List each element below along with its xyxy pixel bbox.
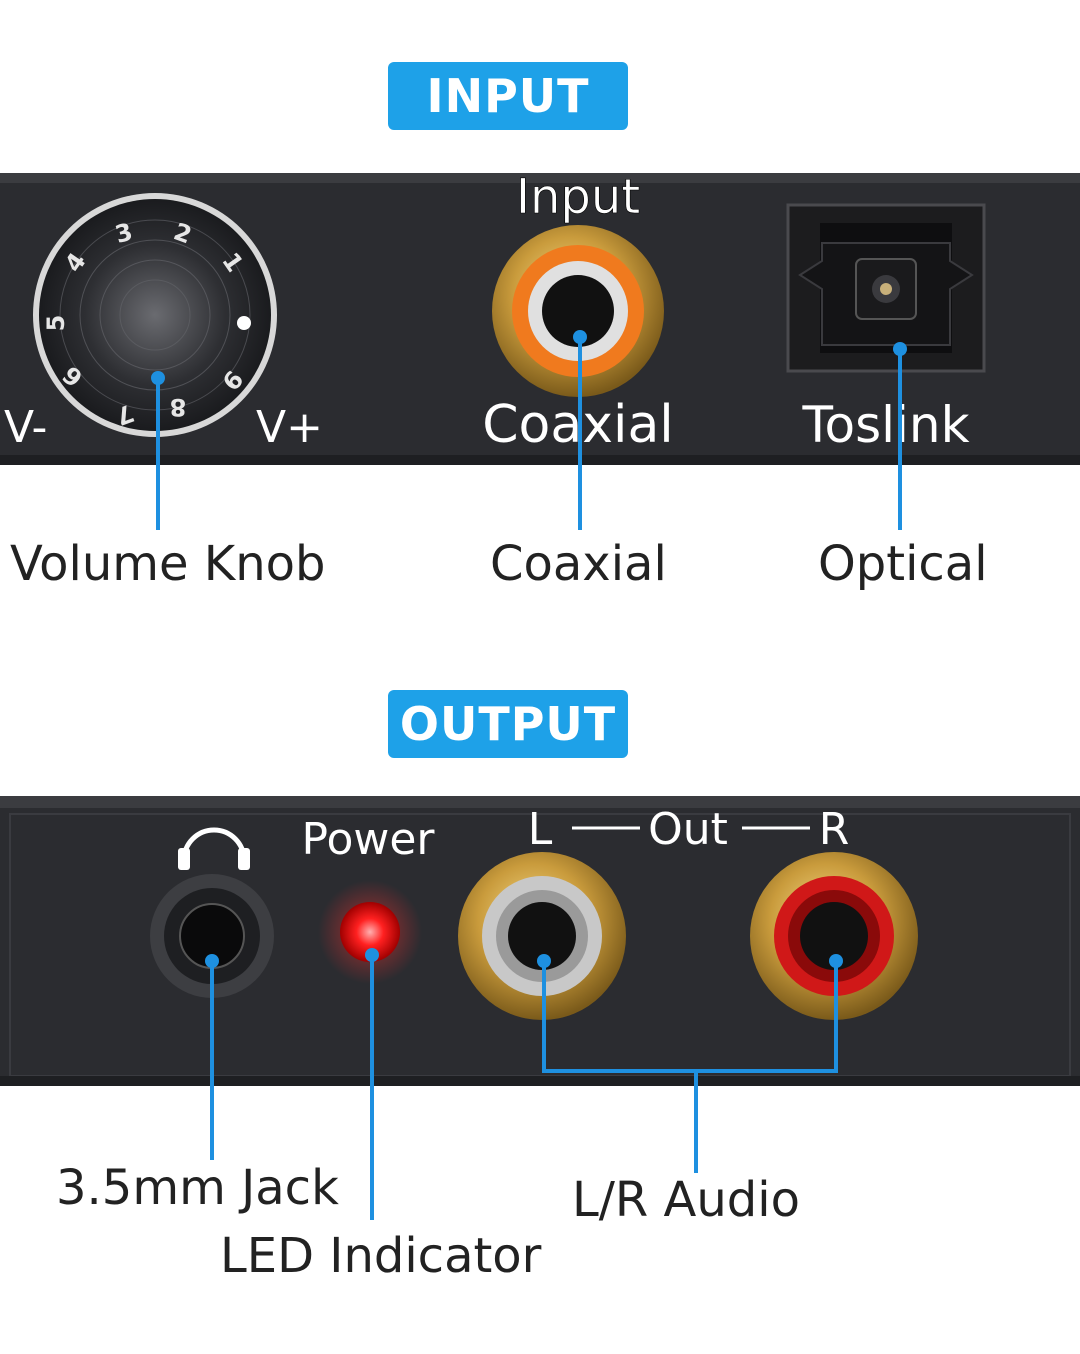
left-label: L <box>528 804 553 855</box>
left-rca-callout-line <box>542 961 546 1073</box>
toslink-port[interactable] <box>786 203 986 373</box>
input-label: Input <box>516 169 640 225</box>
toslink-panel-label: Toslink <box>801 396 969 454</box>
led-callout-line <box>370 955 374 1220</box>
lr-audio-callout: L/R Audio <box>572 1172 800 1228</box>
right-label: R <box>819 804 850 855</box>
input-panel: 1 2 3 4 5 6 7 8 9 V- V+ Input Coaxial To… <box>0 169 1080 465</box>
volume-knob-callout: Volume Knob <box>10 536 326 592</box>
output-badge: OUTPUT <box>388 690 628 758</box>
jack-callout: 3.5mm Jack <box>56 1160 339 1216</box>
led-callout: LED Indicator <box>220 1228 542 1284</box>
out-label: Out <box>648 804 728 855</box>
lr-bracket-line <box>542 1069 838 1073</box>
knob-indicator-dot <box>237 316 251 330</box>
coaxial-callout: Coaxial <box>490 536 667 592</box>
lr-callout-line <box>694 1069 698 1173</box>
v-minus-label: V- <box>4 402 47 453</box>
input-badge: INPUT <box>388 62 628 130</box>
jack-callout-line <box>210 961 214 1160</box>
optical-callout-line <box>898 349 902 530</box>
power-label: Power <box>301 814 435 865</box>
volume-knob[interactable]: 1 2 3 4 5 6 7 8 9 <box>33 193 277 437</box>
optical-callout: Optical <box>818 536 988 592</box>
coaxial-callout-line <box>578 337 582 530</box>
right-rca-callout-line <box>834 961 838 1073</box>
knob-number-8: 8 <box>170 393 187 421</box>
output-panel: Power L Out R <box>0 796 1080 1086</box>
v-plus-label: V+ <box>256 402 323 453</box>
knob-number-5: 5 <box>42 315 70 332</box>
knob-callout-line <box>156 378 160 530</box>
